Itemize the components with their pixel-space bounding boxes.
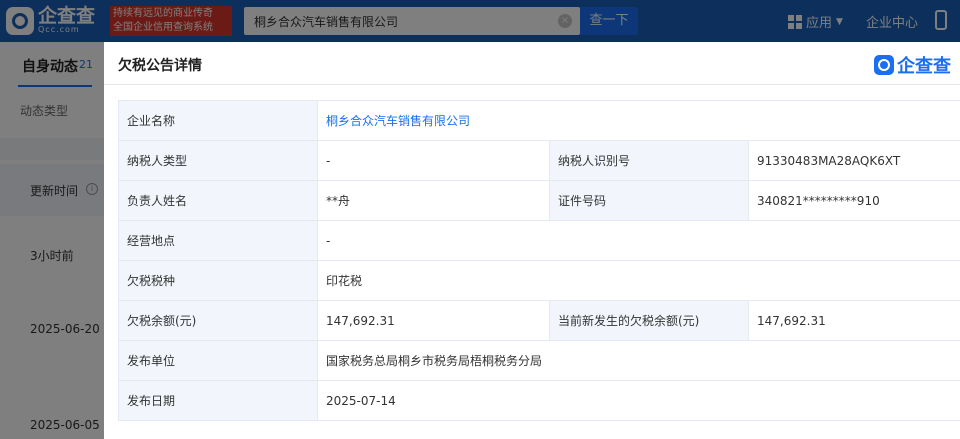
person-label: 负责人姓名 (118, 180, 318, 221)
brand-text: 企查查 (897, 56, 951, 77)
table-row: 欠税税种 印花税 (118, 260, 960, 301)
balance-value: 147,692.31 (317, 300, 550, 341)
brand-logo-icon (874, 55, 894, 75)
table-row: 负责人姓名 **舟 证件号码 340821*********910 (118, 180, 960, 221)
table-row: 纳税人类型 - 纳税人识别号 91330483MA28AQK6XT (118, 140, 960, 181)
table-row: 企业名称 桐乡合众汽车销售有限公司 (118, 100, 960, 141)
taxpayer-id-label: 纳税人识别号 (549, 140, 749, 181)
company-name-label: 企业名称 (118, 100, 318, 141)
cert-value: 340821*********910 (748, 180, 960, 221)
tax-arrears-detail-modal: 欠税公告详情 企查查 企业名称 桐乡合众汽车销售有限公司 纳税人类型 - 纳税人… (104, 42, 960, 439)
publish-date-label: 发布日期 (118, 380, 318, 421)
taxpayer-type-label: 纳税人类型 (118, 140, 318, 181)
tax-type-value: 印花税 (317, 260, 960, 301)
tax-type-label: 欠税税种 (118, 260, 318, 301)
table-row: 欠税余额(元) 147,692.31 当前新发生的欠税余额(元) 147,692… (118, 300, 960, 341)
modal-brand: 企查查 (874, 52, 951, 78)
balance-label: 欠税余额(元) (118, 300, 318, 341)
publish-date-value: 2025-07-14 (317, 380, 960, 421)
publisher-label: 发布单位 (118, 340, 318, 381)
table-row: 发布日期 2025-07-14 (118, 380, 960, 421)
address-label: 经营地点 (118, 220, 318, 261)
modal-title: 欠税公告详情 (118, 58, 202, 74)
new-balance-value: 147,692.31 (748, 300, 960, 341)
detail-table: 企业名称 桐乡合众汽车销售有限公司 纳税人类型 - 纳税人识别号 9133048… (118, 100, 960, 421)
publisher-value: 国家税务总局桐乡市税务局梧桐税务分局 (317, 340, 960, 381)
table-row: 经营地点 - (118, 220, 960, 261)
table-row: 发布单位 国家税务总局桐乡市税务局梧桐税务分局 (118, 340, 960, 381)
person-value: **舟 (317, 180, 550, 221)
divider (104, 84, 960, 85)
new-balance-label: 当前新发生的欠税余额(元) (549, 300, 749, 341)
cert-label: 证件号码 (549, 180, 749, 221)
address-value: - (317, 220, 960, 261)
taxpayer-id-value: 91330483MA28AQK6XT (748, 140, 960, 181)
taxpayer-type-value: - (317, 140, 550, 181)
company-name-link[interactable]: 桐乡合众汽车销售有限公司 (317, 100, 960, 141)
